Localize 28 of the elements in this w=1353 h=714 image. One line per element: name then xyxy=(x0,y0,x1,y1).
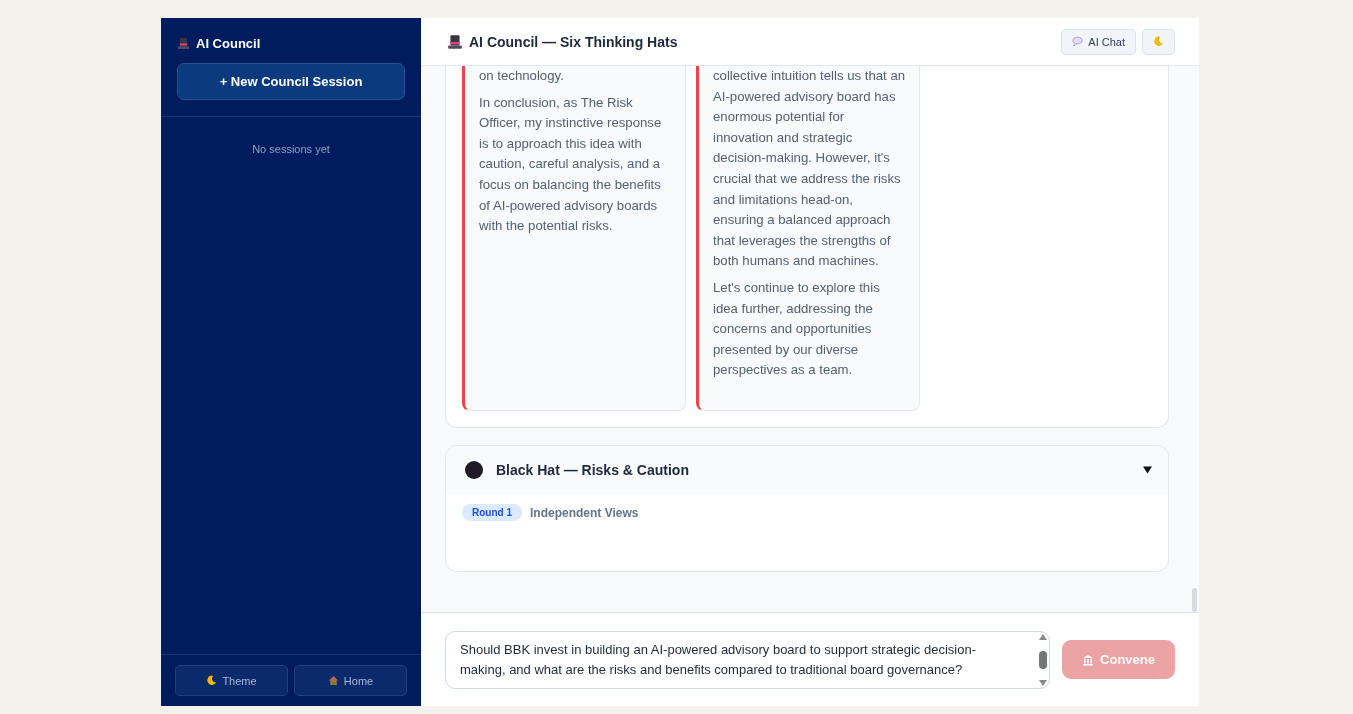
question-field[interactable]: Should BBK invest in building an AI-powered advisory board to support strategic decision-making, and what are the risks and benefits compared to traditional board governance? xyxy=(445,630,1050,689)
scroll-up-arrow-icon[interactable] xyxy=(1039,633,1047,640)
hat-section-title: Black Hat — Risks & Caution xyxy=(496,462,690,478)
theme-button[interactable]: Theme xyxy=(175,665,288,696)
ai-chat-button[interactable]: AI Chat xyxy=(1061,28,1136,55)
app-title: AI Council xyxy=(196,36,261,51)
page-title: AI Council — Six Thinking Hats xyxy=(469,33,678,50)
response-text: on technology. xyxy=(479,67,565,85)
home-button[interactable]: Home xyxy=(294,665,407,696)
scrollbar-thumb[interactable] xyxy=(1039,650,1047,669)
bank-icon xyxy=(1082,653,1095,666)
scroll-down-arrow-icon[interactable] xyxy=(1039,679,1047,686)
house-icon xyxy=(327,675,339,686)
response-text: In conclusion, as The Risk Officer, my instinctive response is to approach this idea with caution, careful analysis, and a focus on balancing the benefits of AI-powered advisory boards with the potential risks. xyxy=(479,93,663,236)
hat-section-header[interactable]: Black Hat — Risks & Caution xyxy=(446,446,1168,494)
response-text: Let's continue to explore this idea further, addressing the concerns and opportunities presented by our diverse perspectives as a team. xyxy=(713,278,881,380)
round-badge: Round 1 xyxy=(462,504,522,521)
round-label: Independent Views xyxy=(530,505,639,520)
empty-message: No sessions yet xyxy=(251,143,331,157)
response-text: collective intuition tells us that an AI-powered advisory board has enormous potential for innovation and strategic decision-making. However, it's crucial that we address the risks and limitations head-on, ensuring a balanced approach that leverages the strengths of both humans and machines. xyxy=(713,67,907,271)
moon-icon xyxy=(1153,36,1164,47)
new-session-button[interactable]: + New Council Session xyxy=(177,63,405,100)
hat-icon xyxy=(177,37,190,50)
theme-toggle-button[interactable] xyxy=(1142,28,1175,55)
scrollbar[interactable] xyxy=(1192,588,1197,612)
hat-icon xyxy=(447,33,463,50)
speech-bubble-icon xyxy=(1072,36,1084,47)
moon-icon xyxy=(206,675,218,686)
